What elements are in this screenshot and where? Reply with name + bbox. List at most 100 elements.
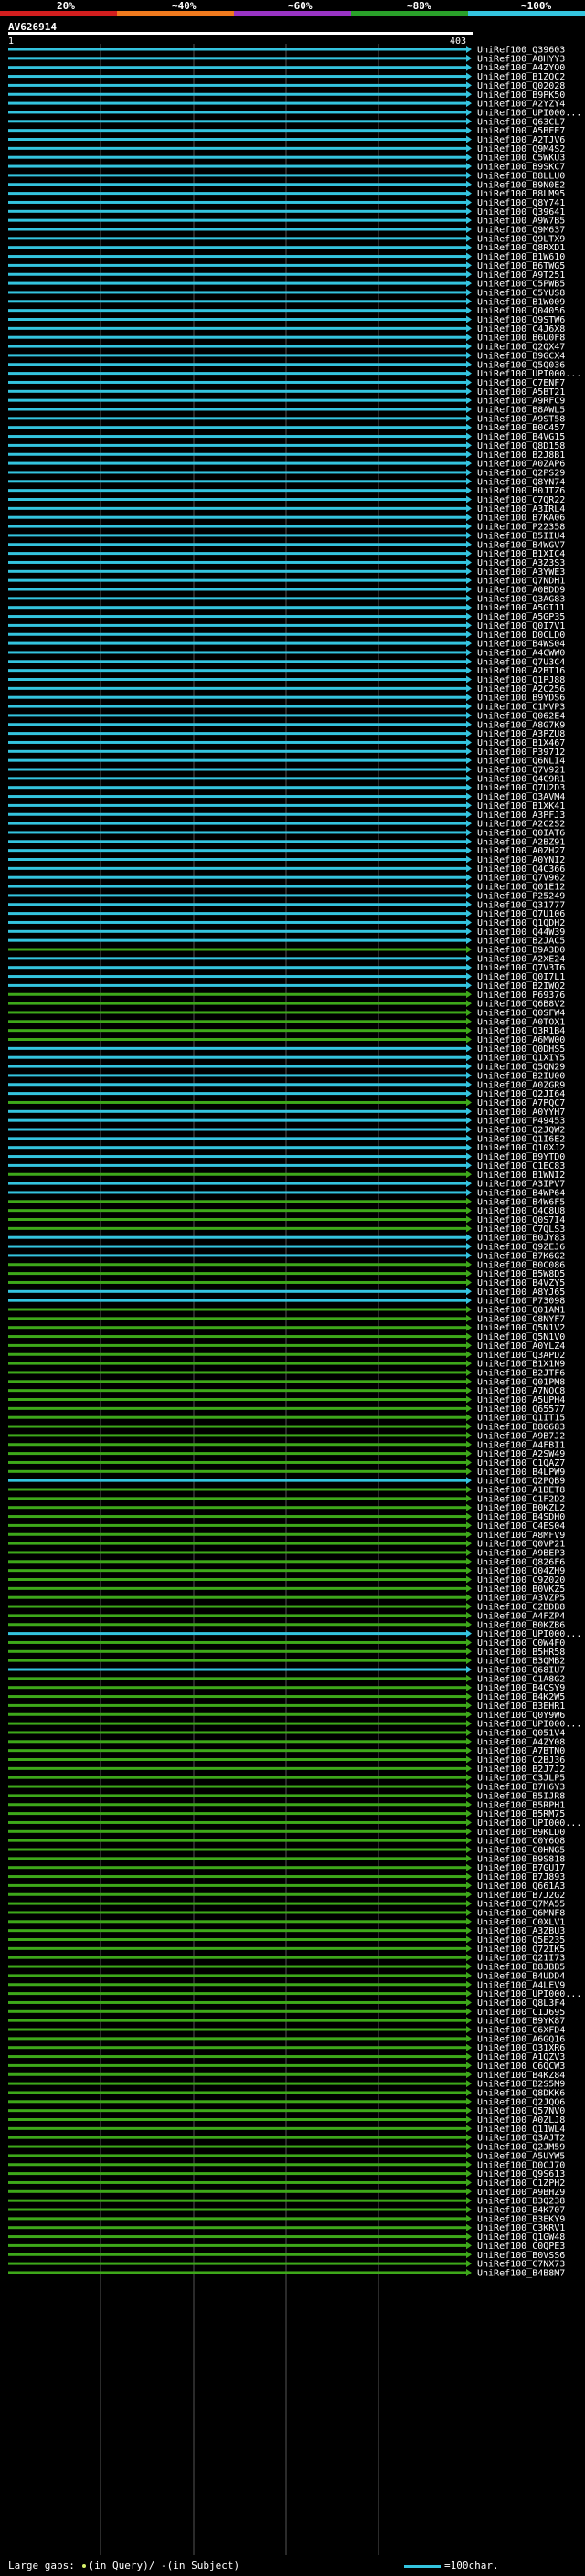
hit-bar[interactable] [8,929,466,933]
hit-bar[interactable] [8,1118,466,1122]
hit-bar[interactable] [8,471,466,474]
hit-bar[interactable] [8,174,466,177]
hit-bar[interactable] [8,1703,466,1707]
hit-bar[interactable] [8,1829,466,1833]
hit-bar[interactable] [8,822,466,825]
hit-bar[interactable] [8,1839,466,1842]
hit-bar[interactable] [8,525,466,528]
hit-bar[interactable] [8,1920,466,1924]
hit-bar[interactable] [8,111,466,114]
hit-bar[interactable] [8,552,466,556]
hit-bar[interactable] [8,2243,466,2247]
hit-bar[interactable] [8,138,466,141]
hit-bar[interactable] [8,1200,466,1203]
hit-bar[interactable] [8,2172,466,2176]
hit-bar[interactable] [8,1929,466,1933]
hit-bar[interactable] [8,2154,466,2157]
hit-bar[interactable] [8,1452,466,1456]
hit-bar[interactable] [8,2082,466,2085]
hit-bar[interactable] [8,1586,466,1590]
hit-bar[interactable] [8,1542,466,1545]
hit-bar[interactable] [8,2217,466,2221]
hit-bar[interactable] [8,1866,466,1870]
hit-bar[interactable] [8,1659,466,1662]
hit-bar[interactable] [8,1100,466,1104]
hit-bar[interactable] [8,209,466,213]
hit-bar[interactable] [8,1011,466,1014]
hit-bar[interactable] [8,155,466,159]
hit-bar[interactable] [8,866,466,870]
hit-bar[interactable] [8,83,466,87]
hit-bar[interactable] [8,1803,466,1807]
hit-bar[interactable] [8,1280,466,1284]
hit-bar[interactable] [8,1172,466,1176]
hit-bar[interactable] [8,1092,466,1096]
hit-bar[interactable] [8,1343,466,1347]
hit-bar[interactable] [8,2226,466,2230]
hit-bar[interactable] [8,1425,466,1428]
hit-bar[interactable] [8,849,466,853]
hit-bar[interactable] [8,660,466,663]
hit-bar[interactable] [8,1614,466,1617]
hit-bar[interactable] [8,597,466,600]
hit-bar[interactable] [8,48,466,51]
hit-bar[interactable] [8,146,466,150]
hit-bar[interactable] [8,452,466,456]
hit-bar[interactable] [8,1532,466,1536]
hit-bar[interactable] [8,1649,466,1653]
hit-bar[interactable] [8,1326,466,1330]
hit-bar[interactable] [8,1515,466,1519]
hit-bar[interactable] [8,543,466,546]
hit-bar[interactable] [8,606,466,610]
hit-bar[interactable] [8,858,466,861]
hit-bar[interactable] [8,1569,466,1573]
hit-bar[interactable] [8,623,466,627]
hit-bar[interactable] [8,569,466,573]
hit-bar[interactable] [8,588,466,591]
hit-bar[interactable] [8,1263,466,1267]
hit-bar[interactable] [8,1712,466,1716]
hit-bar[interactable] [8,2126,466,2130]
hit-bar[interactable] [8,354,466,357]
hit-bar[interactable] [8,1892,466,1896]
hit-bar[interactable] [8,1074,466,1077]
hit-bar[interactable] [8,2037,466,2041]
hit-bar[interactable] [8,1406,466,1410]
hit-bar[interactable] [8,1992,466,1996]
hit-bar[interactable] [8,803,466,807]
hit-bar[interactable] [8,318,466,321]
hit-bar[interactable] [8,380,466,384]
hit-bar[interactable] [8,938,466,942]
hit-bar[interactable] [8,1191,466,1194]
hit-bar[interactable] [8,2163,466,2167]
hit-bar[interactable] [8,2271,466,2274]
hit-bar[interactable] [8,758,466,762]
hit-bar[interactable] [8,1443,466,1447]
hit-bar[interactable] [8,975,466,979]
hit-bar[interactable] [8,1055,466,1059]
hit-bar[interactable] [8,461,466,465]
hit-bar[interactable] [8,1911,466,1914]
hit-bar[interactable] [8,398,466,402]
hit-bar[interactable] [8,831,466,834]
hit-bar[interactable] [8,2009,466,2013]
hit-bar[interactable] [8,363,466,366]
hit-label[interactable]: UniRef100_B4B8M7 [477,2268,565,2278]
hit-bar[interactable] [8,326,466,330]
hit-bar[interactable] [8,615,466,619]
hit-bar[interactable] [8,263,466,267]
hit-bar[interactable] [8,2072,466,2076]
hit-bar[interactable] [8,2199,466,2202]
hit-bar[interactable] [8,498,466,501]
hit-bar[interactable] [8,1749,466,1753]
hit-bar[interactable] [8,2046,466,2050]
hit-bar[interactable] [8,1389,466,1393]
hit-bar[interactable] [8,1226,466,1230]
hit-bar[interactable] [8,1020,466,1023]
hit-bar[interactable] [8,1758,466,1761]
hit-bar[interactable] [8,1299,466,1302]
hit-bar[interactable] [8,2180,466,2184]
hit-bar[interactable] [8,1029,466,1033]
hit-bar[interactable] [8,2019,466,2022]
hit-bar[interactable] [8,164,466,168]
